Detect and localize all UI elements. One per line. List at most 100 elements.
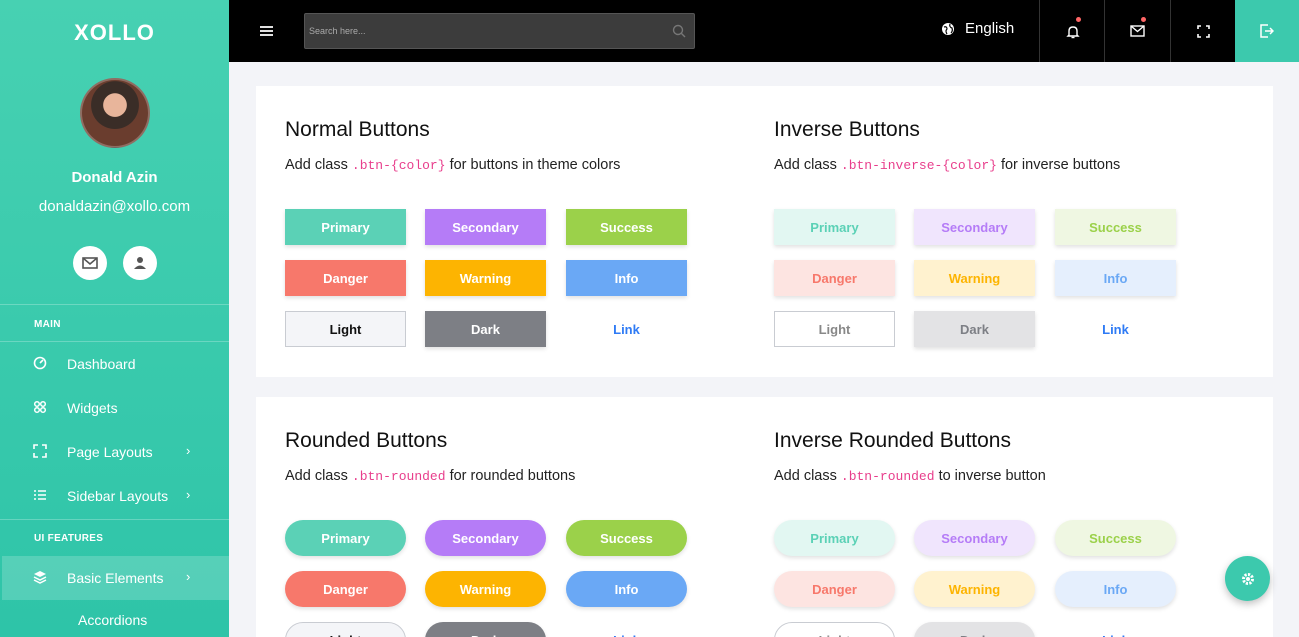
sidebar-item-dashboard[interactable]: Dashboard <box>0 342 229 386</box>
inverse-success-button[interactable]: Success <box>1055 209 1176 245</box>
rounded-danger-button[interactable]: Danger <box>285 571 406 607</box>
search-icon[interactable] <box>672 24 686 38</box>
sidebar-item-page-layouts[interactable]: Page Layouts › <box>0 430 229 474</box>
divider <box>0 519 229 520</box>
chevron-right-icon: › <box>186 569 191 584</box>
bell-icon <box>1065 25 1080 38</box>
mail-button[interactable] <box>73 246 107 280</box>
secondary-button[interactable]: Secondary <box>425 209 546 245</box>
inverse-danger-button[interactable]: Danger <box>774 260 895 296</box>
rounded-dark-button[interactable]: Dark <box>425 622 546 637</box>
topbar: English <box>229 0 1299 62</box>
inverse-rounded-secondary-button[interactable]: Secondary <box>914 520 1035 556</box>
chevron-right-icon: › <box>186 487 191 502</box>
message-dot <box>1141 17 1146 22</box>
section-heading-ui-features: UI FEATURES <box>34 533 104 544</box>
section-description: Add class .btn-{color} for buttons in th… <box>285 157 621 173</box>
rounded-success-button[interactable]: Success <box>566 520 687 556</box>
buttons-card: Normal Buttons Add class .btn-{color} fo… <box>256 86 1273 377</box>
sidebar-item-sidebar-layouts[interactable]: Sidebar Layouts › <box>0 474 229 518</box>
inverse-dark-button[interactable]: Dark <box>914 311 1035 347</box>
inverse-link-button[interactable]: Link <box>1055 311 1176 347</box>
section-description: Add class .btn-rounded to inverse button <box>774 468 1046 484</box>
rounded-link-button[interactable]: Link <box>566 622 687 637</box>
inverse-light-button[interactable]: Light <box>774 311 895 347</box>
sidebar-item-label: Dashboard <box>67 356 136 372</box>
light-button[interactable]: Light <box>285 311 406 347</box>
link-button[interactable]: Link <box>566 311 687 347</box>
inverse-secondary-button[interactable]: Secondary <box>914 209 1035 245</box>
inverse-rounded-danger-button[interactable]: Danger <box>774 571 895 607</box>
class-code: .btn-{color} <box>351 158 446 173</box>
inverse-info-button[interactable]: Info <box>1055 260 1176 296</box>
inverse-rounded-primary-button[interactable]: Primary <box>774 520 895 556</box>
notifications-button[interactable] <box>1039 0 1105 62</box>
profile-button[interactable] <box>123 246 157 280</box>
settings-button[interactable] <box>1225 556 1270 601</box>
class-code: .btn-rounded <box>840 469 935 484</box>
chevron-right-icon: › <box>186 443 191 458</box>
rounded-info-button[interactable]: Info <box>566 571 687 607</box>
fullscreen-button[interactable] <box>1170 0 1236 62</box>
section-title: Rounded Buttons <box>285 429 448 452</box>
globe-icon <box>942 22 954 35</box>
sidebar-item-label: Basic Elements <box>67 570 164 586</box>
section-description: Add class .btn-inverse-{color} for inver… <box>774 157 1121 173</box>
sidebar-item-label: Sidebar Layouts <box>67 488 169 504</box>
warning-button[interactable]: Warning <box>425 260 546 296</box>
inverse-rounded-light-button[interactable]: Light <box>774 622 895 637</box>
logout-icon <box>1260 24 1274 38</box>
mail-icon <box>82 257 98 269</box>
avatar[interactable] <box>80 78 150 148</box>
logout-button[interactable] <box>1235 0 1299 62</box>
danger-button[interactable]: Danger <box>285 260 406 296</box>
notification-dot <box>1076 17 1081 22</box>
sidebar-item-label: Page Layouts <box>67 444 153 460</box>
class-code: .btn-inverse-{color} <box>840 158 997 173</box>
inverse-rounded-warning-button[interactable]: Warning <box>914 571 1035 607</box>
section-title: Normal Buttons <box>285 118 430 141</box>
envelope-icon <box>1130 25 1145 37</box>
language-selector[interactable]: English <box>941 20 1014 37</box>
fullscreen-icon <box>1197 24 1210 38</box>
section-description: Add class .btn-rounded for rounded butto… <box>285 468 576 484</box>
brand-logo[interactable]: XOLLO <box>0 20 229 46</box>
section-title: Inverse Buttons <box>774 118 920 141</box>
class-code: .btn-rounded <box>351 469 446 484</box>
section-heading-main: MAIN <box>34 319 61 330</box>
language-label: English <box>965 20 1015 37</box>
rounded-secondary-button[interactable]: Secondary <box>425 520 546 556</box>
divider <box>0 304 229 305</box>
rounded-warning-button[interactable]: Warning <box>425 571 546 607</box>
user-email: donaldazin@xollo.com <box>38 198 191 215</box>
rounded-primary-button[interactable]: Primary <box>285 520 406 556</box>
primary-button[interactable]: Primary <box>285 209 406 245</box>
inverse-rounded-dark-button[interactable]: Dark <box>914 622 1035 637</box>
user-name: Donald Azin <box>71 169 158 186</box>
messages-button[interactable] <box>1104 0 1170 62</box>
inverse-rounded-info-button[interactable]: Info <box>1055 571 1176 607</box>
gear-icon <box>1241 572 1254 585</box>
rounded-light-button[interactable]: Light <box>285 622 406 637</box>
inverse-primary-button[interactable]: Primary <box>774 209 895 245</box>
sidebar-item-label: Widgets <box>67 400 118 416</box>
search-input[interactable] <box>305 14 645 48</box>
list-icon <box>34 490 46 500</box>
section-title: Inverse Rounded Buttons <box>774 429 1011 452</box>
info-button[interactable]: Info <box>566 260 687 296</box>
search-box <box>304 13 695 49</box>
sidebar-item-widgets[interactable]: Widgets <box>0 386 229 430</box>
dark-button[interactable]: Dark <box>425 311 546 347</box>
inverse-warning-button[interactable]: Warning <box>914 260 1035 296</box>
page-layouts-icon <box>33 444 47 458</box>
success-button[interactable]: Success <box>566 209 687 245</box>
rounded-buttons-card: Rounded Buttons Add class .btn-rounded f… <box>256 397 1273 637</box>
dashboard-icon <box>33 356 47 370</box>
person-icon <box>134 257 146 269</box>
inverse-rounded-link-button[interactable]: Link <box>1055 622 1176 637</box>
sidebar-subitem-accordions[interactable]: Accordions <box>78 612 147 628</box>
inverse-rounded-success-button[interactable]: Success <box>1055 520 1176 556</box>
menu-toggle-icon[interactable] <box>260 26 273 36</box>
sidebar-item-basic-elements[interactable]: Basic Elements › <box>2 556 229 600</box>
sidebar: XOLLO Donald Azin donaldazin@xollo.com M… <box>0 0 229 637</box>
